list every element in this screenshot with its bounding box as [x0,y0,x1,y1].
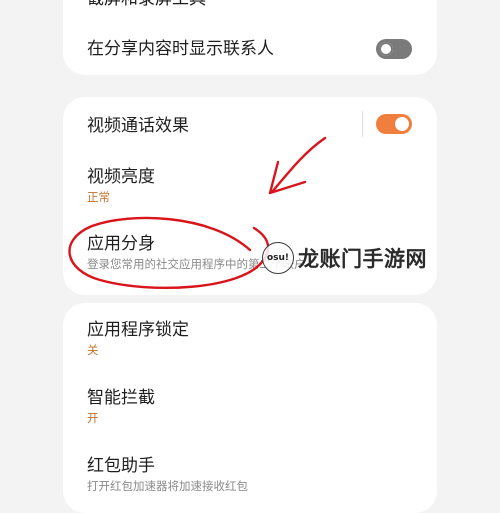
app-lock-value: 关 [87,343,99,357]
red-packet-description: 打开红包加速器将加速接收红包 [87,479,248,493]
app-lock-title[interactable]: 应用程序锁定 [87,319,413,341]
smart-block-title[interactable]: 智能拦截 [87,387,413,409]
osu-logo-icon: osu! [262,242,294,274]
share-contacts-title[interactable]: 在分享内容时显示联系人 [87,38,413,60]
top-settings-card: 截屏和录屏工具 在分享内容时显示联系人 [63,0,437,75]
video-brightness-title[interactable]: 视频亮度 [87,166,413,188]
toggle-knob [379,42,393,56]
red-packet-title[interactable]: 红包助手 [87,455,413,477]
video-call-effects-title[interactable]: 视频通话效果 [87,115,413,137]
video-call-effects-toggle[interactable] [376,114,412,134]
site-watermark: osu! 龙账门手游网 [262,238,427,278]
video-brightness-value: 正常 [87,190,110,204]
screenshot-tools-title[interactable]: 截屏和录屏工具 [87,0,413,10]
smart-block-value: 开 [87,411,99,425]
toggle-divider [362,111,363,137]
security-settings-card: 应用程序锁定 关 智能拦截 开 红包助手 打开红包加速器将加速接收红包 [63,303,437,513]
toggle-knob [395,117,409,131]
watermark-site-name: 龙账门手游网 [298,247,427,271]
share-contacts-toggle[interactable] [376,39,412,59]
